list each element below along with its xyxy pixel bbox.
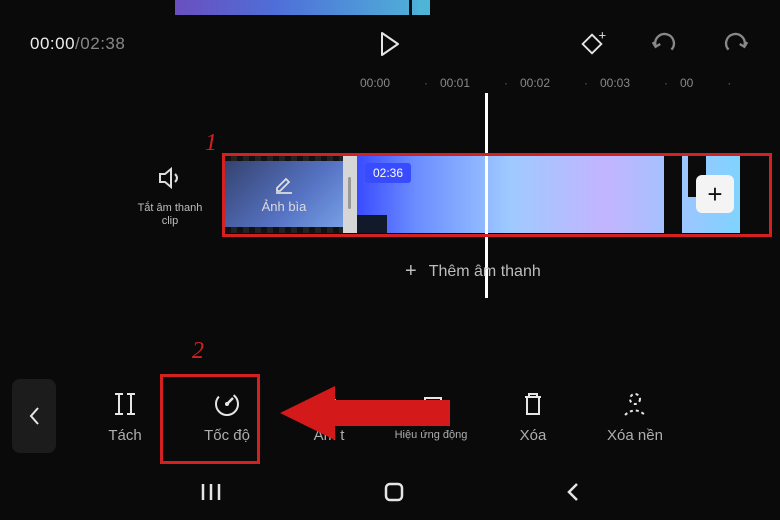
- clip-row: Ảnh bìa 02:36 +: [225, 155, 780, 233]
- clip-transition-handle[interactable]: [343, 155, 357, 233]
- ruler-tick: 00:03: [600, 73, 680, 93]
- clip-duration-badge: 02:36: [365, 163, 411, 183]
- audio-label: Âm t: [314, 427, 345, 444]
- plus-icon: +: [405, 260, 417, 283]
- system-back-button[interactable]: [565, 481, 581, 508]
- annotation-label-2: 2: [192, 338, 204, 365]
- effect-label: Hiệu ứng động: [395, 429, 468, 441]
- time-total: /02:38: [75, 34, 125, 53]
- cover-clip[interactable]: Ảnh bìa: [225, 155, 343, 233]
- home-button[interactable]: [382, 480, 406, 509]
- delete-tool[interactable]: Xóa: [486, 389, 580, 444]
- keyframe-button[interactable]: +: [578, 30, 606, 58]
- preview-strip: [175, 0, 430, 15]
- split-label: Tách: [108, 427, 141, 444]
- delete-label: Xóa: [520, 427, 547, 444]
- trash-icon: [521, 389, 545, 419]
- speed-icon: [212, 389, 242, 419]
- speaker-icon: [157, 165, 183, 191]
- audio-tool[interactable]: Âm t: [282, 389, 376, 444]
- ruler-tick: 00:00: [360, 73, 440, 93]
- audio-icon: [316, 389, 342, 419]
- mute-clip-button[interactable]: Tắt âm thanh clip: [130, 165, 210, 228]
- mute-label: Tắt âm thanh clip: [130, 202, 210, 228]
- system-navbar: [0, 468, 780, 520]
- add-audio-button[interactable]: + Thêm âm thanh: [385, 250, 561, 293]
- recents-button[interactable]: [199, 482, 223, 507]
- svg-text:+: +: [599, 29, 606, 42]
- annotation-label-1: 1: [205, 130, 217, 157]
- ruler-tick: 00:01: [440, 73, 520, 93]
- split-icon: [111, 389, 139, 419]
- speed-tool[interactable]: Tốc độ: [180, 389, 274, 444]
- effect-tool[interactable]: Hiệu ứng động: [384, 391, 478, 441]
- video-clip[interactable]: 02:36 +: [357, 155, 740, 233]
- person-icon: [621, 389, 649, 419]
- play-button[interactable]: [376, 30, 404, 58]
- redo-button[interactable]: [722, 30, 750, 58]
- back-button[interactable]: [12, 379, 56, 453]
- remove-bg-label: Xóa nền: [607, 427, 663, 444]
- time-display: 00:00/02:38: [30, 34, 125, 54]
- timeline-ruler[interactable]: 00:00 00:01 00:02 00:03 00: [360, 73, 760, 93]
- add-audio-label: Thêm âm thanh: [429, 263, 541, 281]
- edit-icon: [274, 175, 294, 195]
- top-bar: 00:00/02:38 +: [0, 24, 780, 64]
- split-tool[interactable]: Tách: [78, 389, 172, 444]
- add-clip-button[interactable]: +: [696, 175, 734, 213]
- cover-label: Ảnh bìa: [262, 199, 307, 214]
- ruler-tick: 00: [680, 73, 760, 93]
- time-current: 00:00: [30, 34, 75, 53]
- effect-icon: [417, 391, 445, 421]
- undo-button[interactable]: [650, 30, 678, 58]
- speed-label: Tốc độ: [204, 427, 250, 444]
- ruler-tick: 00:02: [520, 73, 600, 93]
- remove-bg-tool[interactable]: Xóa nền: [588, 389, 682, 444]
- edit-toolbar: Tách Tốc độ Âm t Hiệu ứng động Xóa Xóa n…: [0, 368, 780, 464]
